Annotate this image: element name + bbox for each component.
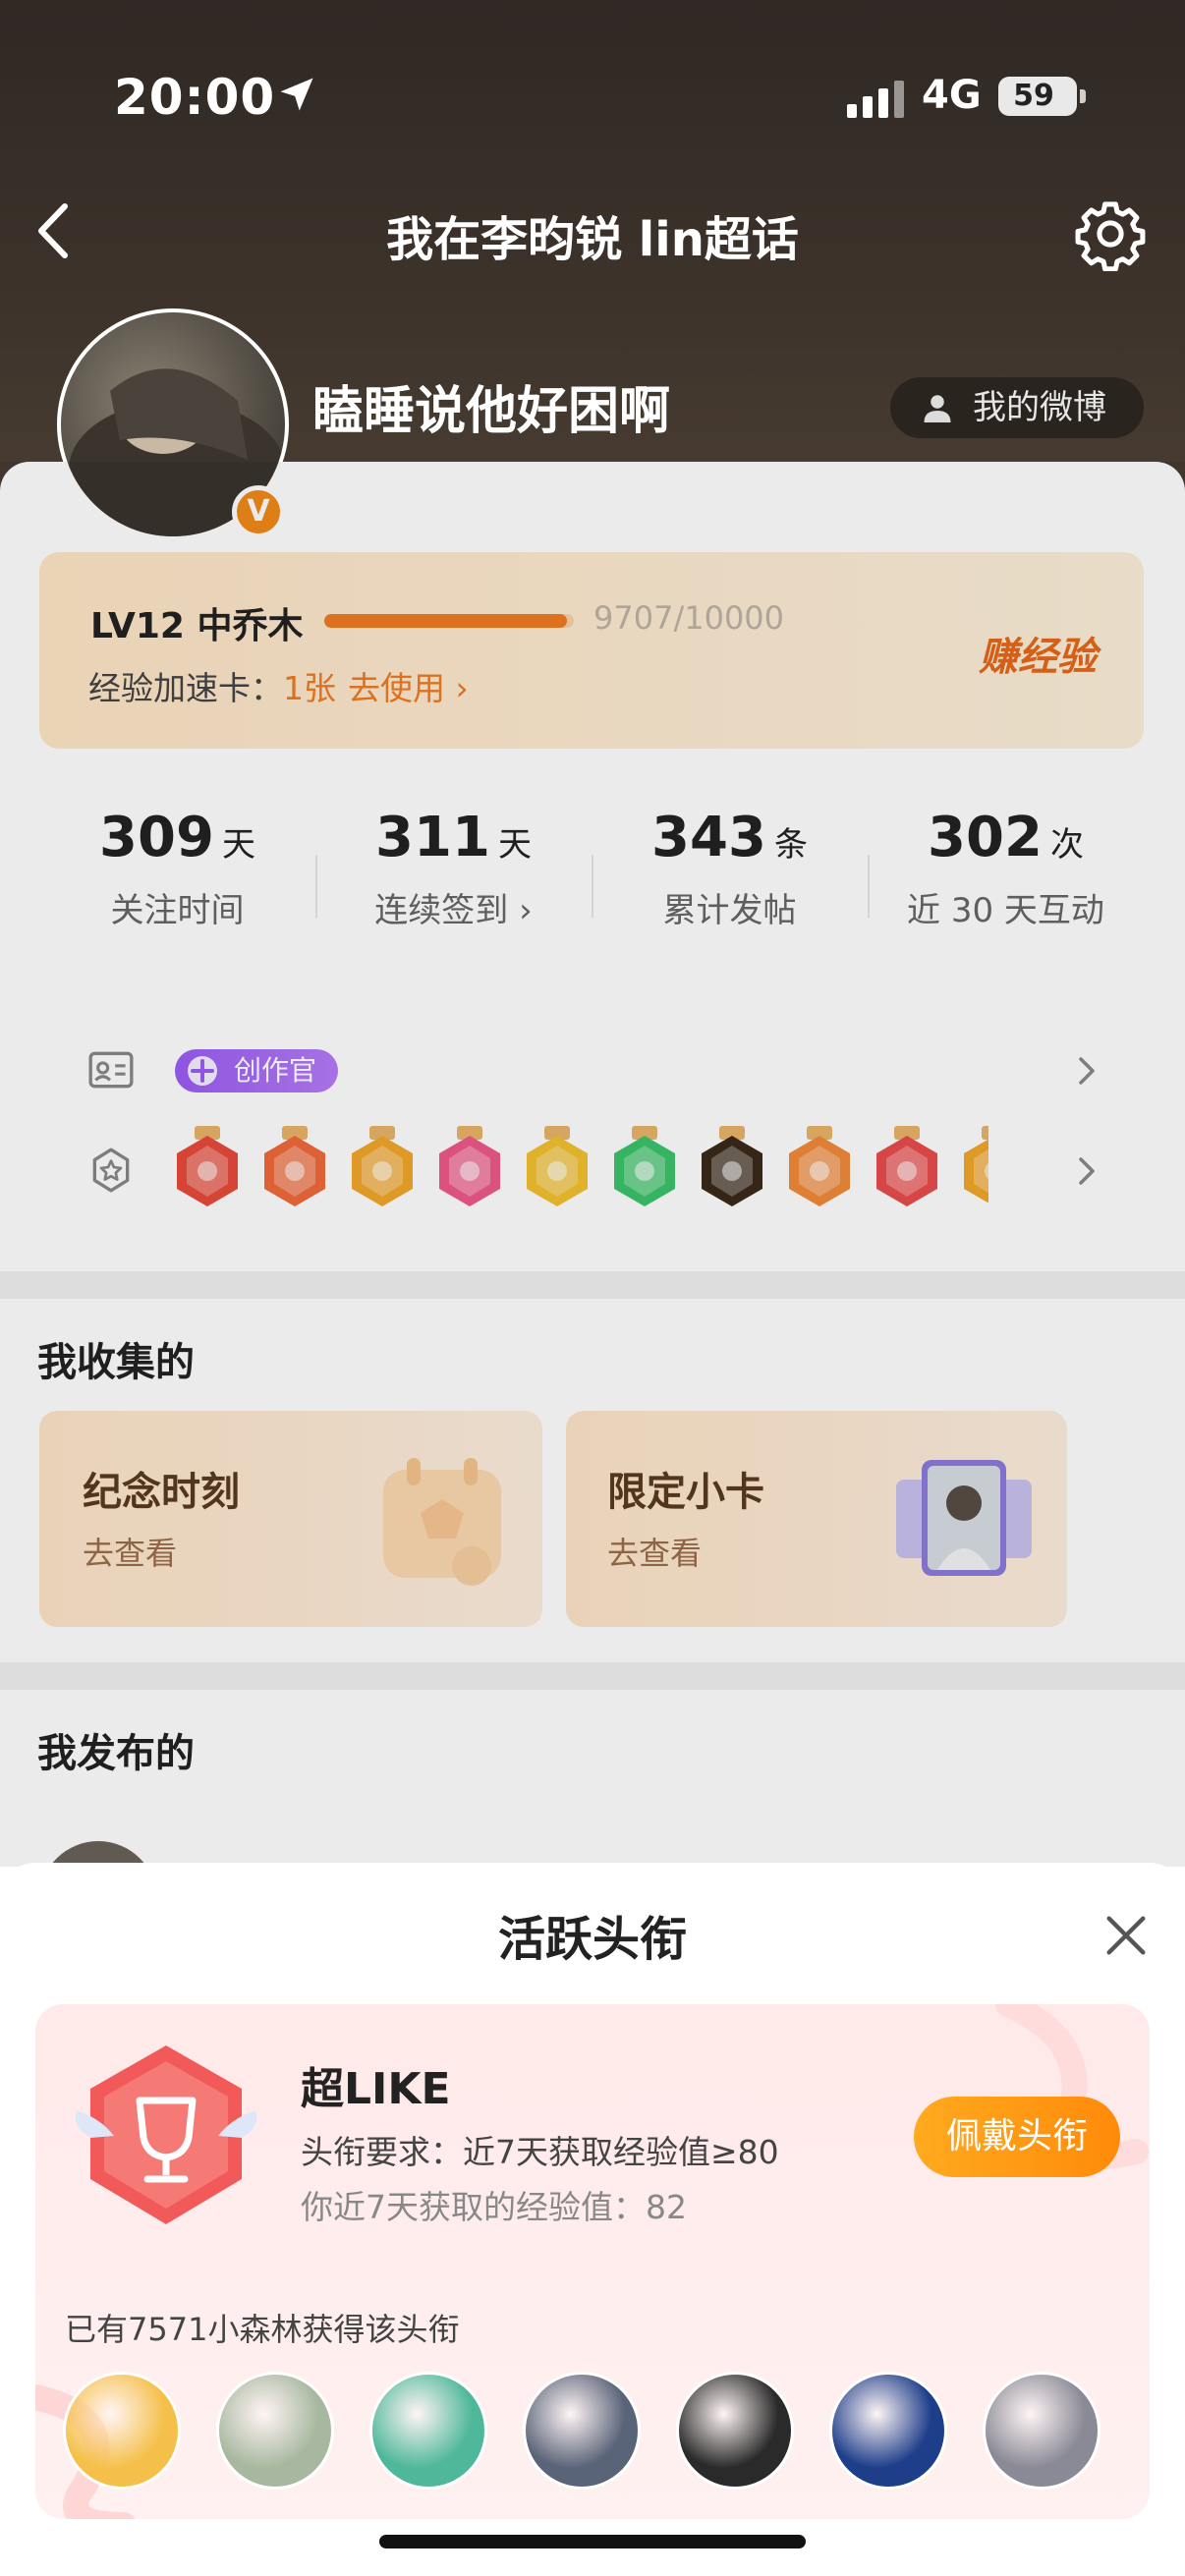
eye-avatar[interactable] bbox=[676, 2372, 794, 2490]
chevron-left-icon[interactable] bbox=[29, 196, 79, 265]
wear-title-button[interactable]: 佩戴头衔 bbox=[914, 2097, 1120, 2177]
username: 瞌睡说他好困啊 bbox=[312, 382, 671, 441]
portrait-avatar[interactable] bbox=[983, 2372, 1100, 2490]
person-avatar[interactable] bbox=[216, 2372, 334, 2490]
sandwich-avatar[interactable] bbox=[63, 2372, 181, 2490]
battery-cap bbox=[1080, 89, 1086, 103]
holders-label: 已有7571小森林获得该头衔 bbox=[65, 2311, 460, 2348]
badge-requirement: 头衔要求：近7天获取经验值≥80 bbox=[301, 2133, 779, 2171]
close-icon[interactable] bbox=[1100, 1910, 1152, 1961]
gear-icon[interactable] bbox=[1073, 196, 1148, 271]
photo-avatar[interactable] bbox=[523, 2372, 641, 2490]
home-indicator[interactable] bbox=[379, 2535, 806, 2548]
battery-level: 59 bbox=[1013, 79, 1054, 113]
page-title: 我在李昀锐 lin超话 bbox=[386, 212, 799, 267]
my-weibo-label: 我的微博 bbox=[973, 388, 1106, 427]
sea-avatar[interactable] bbox=[829, 2372, 947, 2490]
status-time: 20:00 bbox=[114, 69, 276, 126]
my-exp-value: 你近7天获取的经验值：82 bbox=[301, 2188, 687, 2226]
my-weibo-button[interactable]: 我的微博 bbox=[890, 377, 1144, 438]
sheet-title: 活跃头衔 bbox=[497, 1912, 687, 1967]
badge-name: 超LIKE bbox=[301, 2064, 451, 2114]
panda-avatar[interactable] bbox=[369, 2372, 487, 2490]
signal-icon bbox=[847, 81, 904, 118]
battery-icon: 59 bbox=[998, 77, 1077, 116]
super-like-badge-icon bbox=[75, 2045, 257, 2224]
location-arrow-icon bbox=[280, 78, 313, 111]
user-icon bbox=[924, 395, 951, 422]
status-bar: 20:00 4G 59 bbox=[0, 0, 1185, 196]
dim-overlay[interactable] bbox=[0, 462, 1185, 1867]
network-label: 4G bbox=[922, 73, 982, 118]
